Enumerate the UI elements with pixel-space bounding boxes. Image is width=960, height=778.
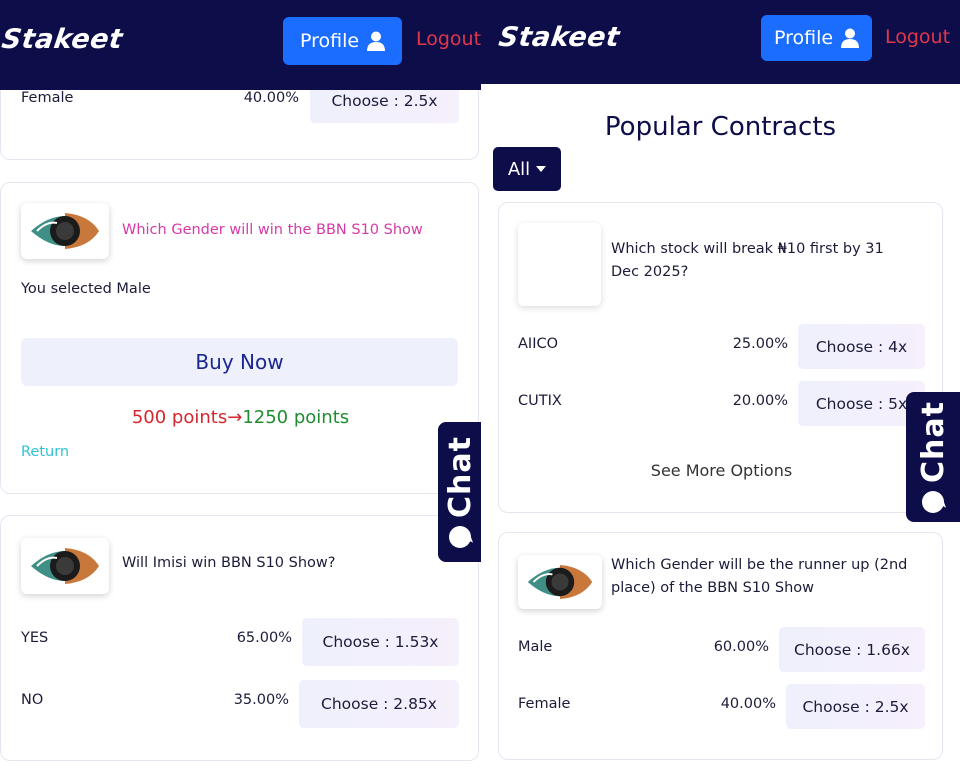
stakeet-logo[interactable]: Stakeet: [0, 24, 125, 55]
buy-now-button[interactable]: Buy Now: [21, 338, 458, 386]
option-percent: 40.00%: [243, 90, 299, 106]
eye-logo-image: [527, 564, 593, 600]
see-more-options-button[interactable]: See More Options: [499, 461, 944, 480]
contract-thumbnail: [518, 555, 602, 609]
profile-button[interactable]: Profile: [761, 15, 872, 61]
choose-button[interactable]: Choose : 1.66x: [779, 627, 925, 672]
bet-card-runner-up: Which Gender will be the runner up (2nd …: [498, 532, 943, 760]
return-link[interactable]: Return: [21, 444, 69, 460]
points-stake: 500 points: [131, 407, 228, 428]
profile-button-label: Profile: [299, 30, 360, 52]
eye-logo-image: [31, 213, 99, 249]
contract-thumbnail: [21, 538, 109, 594]
option-label: Male: [518, 639, 553, 655]
user-icon: [367, 31, 386, 51]
bet-card-imisi: Will Imisi win BBN S10 Show? YES 65.00% …: [0, 515, 479, 761]
filter-label: All: [507, 158, 531, 180]
choose-button[interactable]: Choose : 1.53x: [302, 618, 459, 666]
selected-option-text: You selected Male: [21, 281, 151, 297]
option-percent: 60.00%: [713, 639, 769, 655]
option-percent: 35.00%: [233, 692, 289, 708]
choose-button[interactable]: Choose : 4x: [798, 324, 925, 369]
left-screen: Female 40.00% Choose : 2.5x Which Gender…: [0, 0, 481, 778]
option-percent: 40.00%: [720, 696, 776, 712]
contract-question: Which Gender will be the runner up (2nd …: [611, 557, 908, 596]
chat-bubble-icon: [449, 525, 471, 548]
page-title: Popular Contracts: [604, 112, 837, 142]
contract-question: Will Imisi win BBN S10 Show?: [122, 555, 336, 571]
arrow-right-icon: →: [227, 407, 243, 428]
logout-link[interactable]: Logout: [885, 26, 950, 48]
chat-label: Chat: [915, 401, 951, 483]
option-label: Female: [518, 696, 571, 712]
contract-thumbnail: [518, 223, 601, 306]
chat-bubble-icon: [922, 490, 944, 513]
contract-thumbnail: [21, 203, 109, 259]
contract-question: Which Gender will win the BBN S10 Show: [122, 222, 423, 238]
stakeet-logo[interactable]: Stakeet: [497, 22, 622, 53]
chat-button[interactable]: Chat: [438, 422, 481, 562]
option-percent: 20.00%: [732, 393, 788, 409]
profile-button[interactable]: Profile: [283, 17, 402, 65]
option-label: CUTIX: [518, 393, 562, 409]
points-payout: 500 points→1250 points: [0, 407, 481, 428]
filter-dropdown[interactable]: All: [493, 147, 561, 191]
points-return: 1250 points: [242, 407, 350, 428]
chat-button[interactable]: Chat: [906, 392, 960, 522]
contract-question: Which stock will break ₦10 first by 31 D…: [611, 241, 884, 280]
profile-button-label: Profile: [773, 27, 834, 49]
logout-link[interactable]: Logout: [416, 28, 481, 50]
caret-down-icon: [536, 166, 547, 172]
user-icon: [841, 28, 860, 48]
option-label: NO: [21, 692, 44, 708]
eye-logo-image: [31, 548, 99, 584]
bet-card-stock: Which stock will break ₦10 first by 31 D…: [498, 202, 943, 513]
option-percent: 25.00%: [732, 336, 788, 352]
right-screen: Stakeet Profile Logout Popular Contracts…: [481, 0, 960, 778]
option-percent: 65.00%: [236, 630, 292, 646]
choose-button[interactable]: Choose : 2.5x: [786, 684, 925, 729]
choose-button[interactable]: Choose : 2.85x: [299, 680, 459, 728]
chat-label: Chat: [442, 436, 478, 518]
top-navbar: Stakeet Profile Logout: [481, 0, 960, 84]
option-label: Female: [21, 90, 74, 106]
option-label: AIICO: [518, 336, 559, 352]
option-label: YES: [21, 630, 49, 646]
top-navbar: Stakeet Profile Logout: [0, 0, 481, 90]
